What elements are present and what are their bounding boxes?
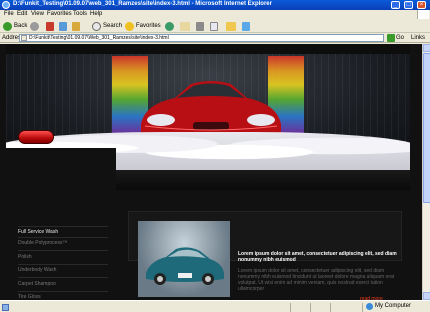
menu-tools[interactable]: Tools [73,11,87,17]
address-input[interactable]: D:\Funkit\Testing\01.09.07\Web_301_Ramze… [19,34,384,42]
sidebar-item-carpet-shampoo[interactable]: Carpet Shampoo [18,281,56,287]
browser-window: D:\Funkit_Testing\01.09.07\web_301_Ramze… [0,0,430,312]
mail-icon [180,21,190,31]
menu-bar: File Edit View Favorites Tools Help [0,10,430,19]
page-icon [21,35,27,41]
links-button[interactable]: Links [411,35,425,41]
menu-file[interactable]: File [4,11,14,17]
forward-button[interactable] [30,21,39,31]
edit-page-icon [210,21,218,31]
sidebar-item-underbody-wash[interactable]: Underbody Wash [18,267,56,273]
search-label: Search [103,23,123,29]
article-body: Lorem ipsum dolor sit amet, consectetuer… [238,268,395,292]
scroll-up-button[interactable] [423,44,430,52]
article-lead: Lorem ipsum dolor sit amet, consectetuer… [238,251,397,263]
messenger-button[interactable] [242,21,250,31]
stop-button[interactable] [46,21,54,31]
forward-arrow-icon [30,21,39,31]
windows-logo-icon [417,10,429,19]
sidebar-item-full-service-wash[interactable]: Full Service Wash [18,229,58,235]
history-button[interactable] [165,21,174,31]
status-divider [310,303,311,312]
messenger-icon [242,21,250,31]
history-icon [165,21,174,31]
menu-divider [18,226,108,227]
sidebar-item-double-polyprocess[interactable]: Double Polyprocess™ [18,240,67,246]
menu-divider [18,264,108,265]
status-divider [330,303,331,312]
refresh-button[interactable] [59,21,67,31]
close-button[interactable]: × [417,1,426,9]
blue-car-image [146,247,224,285]
red-nav-button[interactable] [18,130,54,144]
menu-divider [18,291,108,292]
back-arrow-icon [3,21,12,31]
address-url: D:\Funkit\Testing\01.09.07\Web_301_Ramze… [29,35,169,41]
go-label: Go [396,35,405,41]
home-icon [72,21,80,31]
menu-divider [18,250,108,251]
edit-button[interactable] [210,21,218,31]
ie-icon [2,1,10,9]
refresh-icon [59,21,67,31]
scroll-down-button[interactable] [423,292,430,300]
back-button[interactable]: Back [3,21,27,31]
zone-label: My Computer [375,303,412,309]
stop-icon [46,21,54,31]
article-thumbnail [138,221,230,297]
window-title: D:\Funkit_Testing\01.09.07\web_301_Ramze… [13,1,272,7]
minimize-button[interactable]: _ [391,1,400,9]
status-divider [362,303,363,312]
security-zone: My Computer [366,303,412,310]
vertical-scrollbar[interactable] [422,44,430,300]
computer-icon [366,303,373,310]
back-label: Back [14,23,28,29]
page-status-icon [2,304,9,311]
home-button[interactable] [72,21,80,31]
folder-icon [226,21,236,31]
star-icon [125,21,134,31]
favorites-button[interactable]: Favorites [125,21,161,31]
maximize-button[interactable]: □ [404,1,413,9]
go-arrow-icon [387,34,395,42]
menu-help[interactable]: Help [90,11,102,17]
status-bar: My Computer [0,300,430,312]
menu-view[interactable]: View [31,11,44,17]
print-button[interactable] [196,21,204,31]
menu-favorites[interactable]: Favorites [47,11,72,17]
toolbar: Back Search Favorites [0,19,430,33]
print-icon [196,21,204,31]
menu-edit[interactable]: Edit [17,11,27,17]
go-button[interactable]: Go [387,34,409,42]
title-bar: D:\Funkit_Testing\01.09.07\web_301_Ramze… [0,0,430,10]
status-divider [290,303,291,312]
menu-divider [18,277,108,278]
favorites-label: Favorites [136,23,161,29]
folder-button[interactable] [226,21,236,31]
sidebar-item-polish[interactable]: Polish [18,254,32,260]
header-strip [6,44,410,54]
search-button[interactable]: Search [92,21,122,31]
mail-button[interactable] [180,21,190,31]
scroll-thumb[interactable] [423,53,430,203]
address-bar: Address D:\Funkit\Testing\01.09.07\Web_3… [0,33,430,43]
search-icon [92,21,101,31]
menu-divider [18,237,108,238]
